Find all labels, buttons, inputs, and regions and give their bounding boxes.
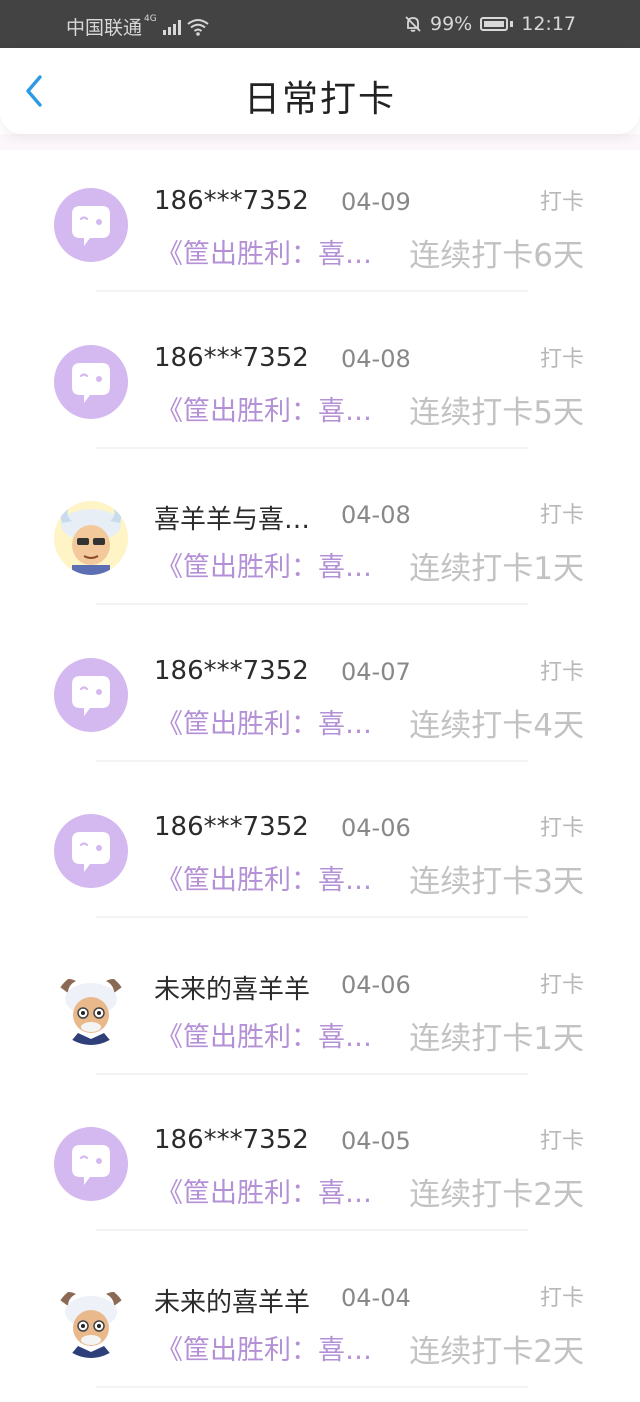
book-title-link[interactable]: 《筐出胜利：喜羊羊与灰太狼》 bbox=[156, 232, 382, 271]
default-avatar[interactable] bbox=[54, 345, 128, 419]
row-divider bbox=[96, 290, 528, 292]
book-title-link[interactable]: 《筐出胜利：喜羊羊与灰太狼》 bbox=[156, 545, 382, 584]
mute-bell-icon bbox=[404, 15, 422, 33]
battery-percent: 99% bbox=[430, 13, 472, 35]
book-title-link[interactable]: 《筐出胜利：喜羊羊与灰太狼》 bbox=[156, 702, 382, 741]
book-title-link[interactable]: 《筐出胜利：喜羊羊与灰太狼》 bbox=[156, 1015, 382, 1054]
carrier-info: 中国联通 4G bbox=[66, 13, 209, 40]
checkin-date: 04-08 bbox=[341, 501, 411, 529]
checkin-action-label: 打卡 bbox=[540, 184, 584, 216]
streak-text: 连续打卡1天 bbox=[409, 1013, 584, 1058]
checkin-row[interactable]: 186***7352 04-08 打卡 《筐出胜利：喜羊羊与灰太狼》 连续打卡5… bbox=[0, 307, 640, 464]
checkin-action-label: 打卡 bbox=[540, 967, 584, 999]
checkin-row[interactable]: 186***7352 04-09 打卡 《筐出胜利：喜羊羊与灰太狼》 连续打卡6… bbox=[0, 150, 640, 307]
user-name: 未来的喜羊羊 bbox=[154, 969, 316, 1006]
row-divider bbox=[96, 1229, 528, 1231]
checkin-date: 04-07 bbox=[341, 658, 411, 686]
network-type: 4G bbox=[144, 14, 157, 24]
streak-text: 连续打卡6天 bbox=[409, 230, 584, 275]
battery-cap bbox=[510, 21, 513, 27]
old-goat-avatar[interactable] bbox=[54, 1284, 128, 1358]
old-goat-avatar[interactable] bbox=[54, 971, 128, 1045]
checkin-action-label: 打卡 bbox=[540, 341, 584, 373]
default-avatar[interactable] bbox=[54, 1127, 128, 1201]
user-name: 186***7352 bbox=[154, 343, 316, 373]
page-title: 日常打卡 bbox=[0, 70, 640, 122]
streak-text: 连续打卡2天 bbox=[409, 1326, 584, 1371]
checkin-date: 04-06 bbox=[341, 814, 411, 842]
row-divider bbox=[96, 447, 528, 449]
checkin-row[interactable]: 喜羊羊与喜羊羊 04-08 打卡 《筐出胜利：喜羊羊与灰太狼》 连续打卡1天 bbox=[0, 463, 640, 620]
cartoon-goat-avatar[interactable] bbox=[54, 501, 128, 575]
book-title-link[interactable]: 《筐出胜利：喜羊羊与灰太狼》 bbox=[156, 858, 382, 897]
checkin-action-label: 打卡 bbox=[540, 1123, 584, 1155]
checkin-row[interactable]: 186***7352 04-06 打卡 《筐出胜利：喜羊羊与灰太狼》 连续打卡3… bbox=[0, 776, 640, 933]
clock: 12:17 bbox=[521, 13, 576, 35]
checkin-row[interactable]: 未来的喜羊羊 04-06 打卡 《筐出胜利：喜羊羊与灰太狼》 连续打卡1天 bbox=[0, 933, 640, 1090]
nav-bar: 日常打卡 bbox=[0, 48, 640, 134]
content-background bbox=[0, 134, 640, 150]
book-title-link[interactable]: 《筐出胜利：喜羊羊与灰太狼》 bbox=[156, 1171, 382, 1210]
checkin-date: 04-09 bbox=[341, 188, 411, 216]
streak-text: 连续打卡1天 bbox=[409, 543, 584, 588]
default-avatar[interactable] bbox=[54, 188, 128, 262]
default-avatar[interactable] bbox=[54, 658, 128, 732]
streak-text: 连续打卡5天 bbox=[409, 387, 584, 432]
checkin-action-label: 打卡 bbox=[540, 497, 584, 529]
user-name: 186***7352 bbox=[154, 812, 316, 842]
streak-text: 连续打卡4天 bbox=[409, 700, 584, 745]
checkin-row[interactable]: 186***7352 04-05 打卡 《筐出胜利：喜羊羊与灰太狼》 连续打卡2… bbox=[0, 1089, 640, 1246]
checkin-action-label: 打卡 bbox=[540, 654, 584, 686]
checkin-row[interactable]: 未来的喜羊羊 04-04 打卡 《筐出胜利：喜羊羊与灰太狼》 连续打卡2天 bbox=[0, 1246, 640, 1402]
checkin-date: 04-04 bbox=[341, 1284, 411, 1312]
signal-icon bbox=[163, 19, 181, 35]
book-title-link[interactable]: 《筐出胜利：喜羊羊与灰太狼》 bbox=[156, 389, 382, 428]
carrier-name: 中国联通 bbox=[66, 13, 142, 40]
streak-text: 连续打卡2天 bbox=[409, 1169, 584, 1214]
user-name: 186***7352 bbox=[154, 1125, 316, 1155]
checkin-date: 04-06 bbox=[341, 971, 411, 999]
status-bar: 中国联通 4G 99% 12:17 bbox=[0, 0, 640, 48]
user-name: 未来的喜羊羊 bbox=[154, 1282, 316, 1319]
battery-icon bbox=[480, 17, 508, 31]
checkin-list: 186***7352 04-09 打卡 《筐出胜利：喜羊羊与灰太狼》 连续打卡6… bbox=[0, 150, 640, 1402]
checkin-date: 04-08 bbox=[341, 345, 411, 373]
checkin-date: 04-05 bbox=[341, 1127, 411, 1155]
wifi-icon bbox=[187, 18, 209, 36]
row-divider bbox=[96, 916, 528, 918]
user-name: 喜羊羊与喜羊羊 bbox=[154, 499, 316, 536]
checkin-action-label: 打卡 bbox=[540, 1280, 584, 1312]
default-avatar[interactable] bbox=[54, 814, 128, 888]
row-divider bbox=[96, 760, 528, 762]
streak-text: 连续打卡3天 bbox=[409, 856, 584, 901]
row-divider bbox=[96, 1073, 528, 1075]
user-name: 186***7352 bbox=[154, 186, 316, 216]
row-divider bbox=[96, 603, 528, 605]
user-name: 186***7352 bbox=[154, 656, 316, 686]
book-title-link[interactable]: 《筐出胜利：喜羊羊与灰太狼》 bbox=[156, 1328, 382, 1367]
status-right: 99% 12:17 bbox=[404, 13, 576, 35]
checkin-action-label: 打卡 bbox=[540, 810, 584, 842]
checkin-row[interactable]: 186***7352 04-07 打卡 《筐出胜利：喜羊羊与灰太狼》 连续打卡4… bbox=[0, 620, 640, 777]
